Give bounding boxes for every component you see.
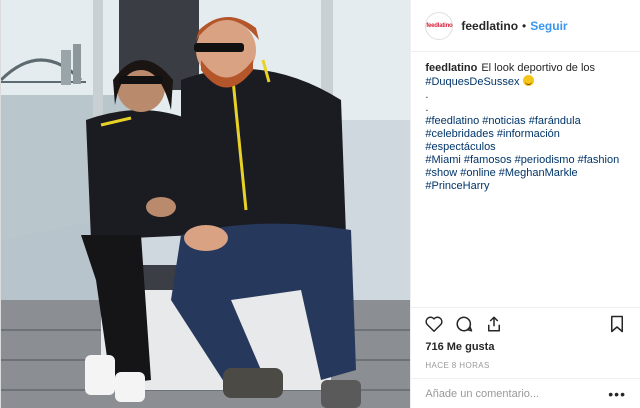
avatar[interactable]: feedlatino (425, 11, 454, 40)
hashtag[interactable]: #show (425, 167, 457, 179)
post-photo[interactable] (1, 0, 411, 408)
hashtag[interactable]: #información (497, 128, 560, 140)
post-caption: feedlatino El look deportivo de los #Duqu… (411, 52, 640, 307)
follow-button[interactable]: Seguir (530, 19, 567, 33)
comment-input[interactable] (425, 387, 609, 400)
post-actions (411, 307, 640, 339)
hashtag[interactable]: #famosos (464, 154, 512, 166)
hashtag[interactable]: #online (460, 167, 495, 179)
comment-bar: ••• (411, 378, 640, 408)
post-header: feedlatino feedlatino • Seguir (411, 0, 640, 52)
post-timestamp: HACE 8 HORAS (425, 361, 490, 370)
header-username[interactable]: feedlatino (461, 19, 518, 33)
hashtag[interactable]: #PrinceHarry (425, 180, 489, 192)
grin-emoji-icon (522, 75, 534, 86)
avatar-logo-text: feedlatino (426, 22, 453, 29)
hashtag[interactable]: #noticias (482, 115, 525, 127)
hashtag[interactable]: #farándula (529, 115, 581, 127)
post-sidebar: feedlatino feedlatino • Seguir feedlatin… (410, 0, 640, 408)
caption-dot: . (425, 89, 429, 101)
hashtag[interactable]: #periodismo (515, 154, 575, 166)
comment-bubble-icon[interactable] (453, 313, 475, 335)
hashtag[interactable]: #fashion (578, 154, 620, 166)
heart-icon[interactable] (423, 313, 445, 335)
hashtag[interactable]: #feedlatino (425, 115, 479, 127)
hashtag[interactable]: #Miami (425, 154, 460, 166)
likes-count[interactable]: 716 Me gusta (411, 339, 640, 355)
caption-username[interactable]: feedlatino (425, 62, 477, 74)
hashtag[interactable]: #celebridades (425, 128, 494, 140)
caption-text: El look deportivo de los (481, 62, 596, 74)
header-separator: • (522, 18, 527, 33)
hashtag[interactable]: #espectáculos (425, 141, 495, 153)
caption-hashtag[interactable]: #DuquesDeSussex (425, 76, 519, 88)
caption-dot: . (425, 102, 429, 114)
hashtag[interactable]: #MeghanMarkle (499, 167, 578, 179)
bookmark-icon[interactable] (606, 313, 628, 335)
share-arrow-icon[interactable] (483, 313, 505, 335)
more-options-icon[interactable]: ••• (608, 386, 626, 402)
photo-illustration (1, 0, 411, 408)
instagram-post: feedlatino feedlatino • Seguir feedlatin… (0, 0, 640, 408)
